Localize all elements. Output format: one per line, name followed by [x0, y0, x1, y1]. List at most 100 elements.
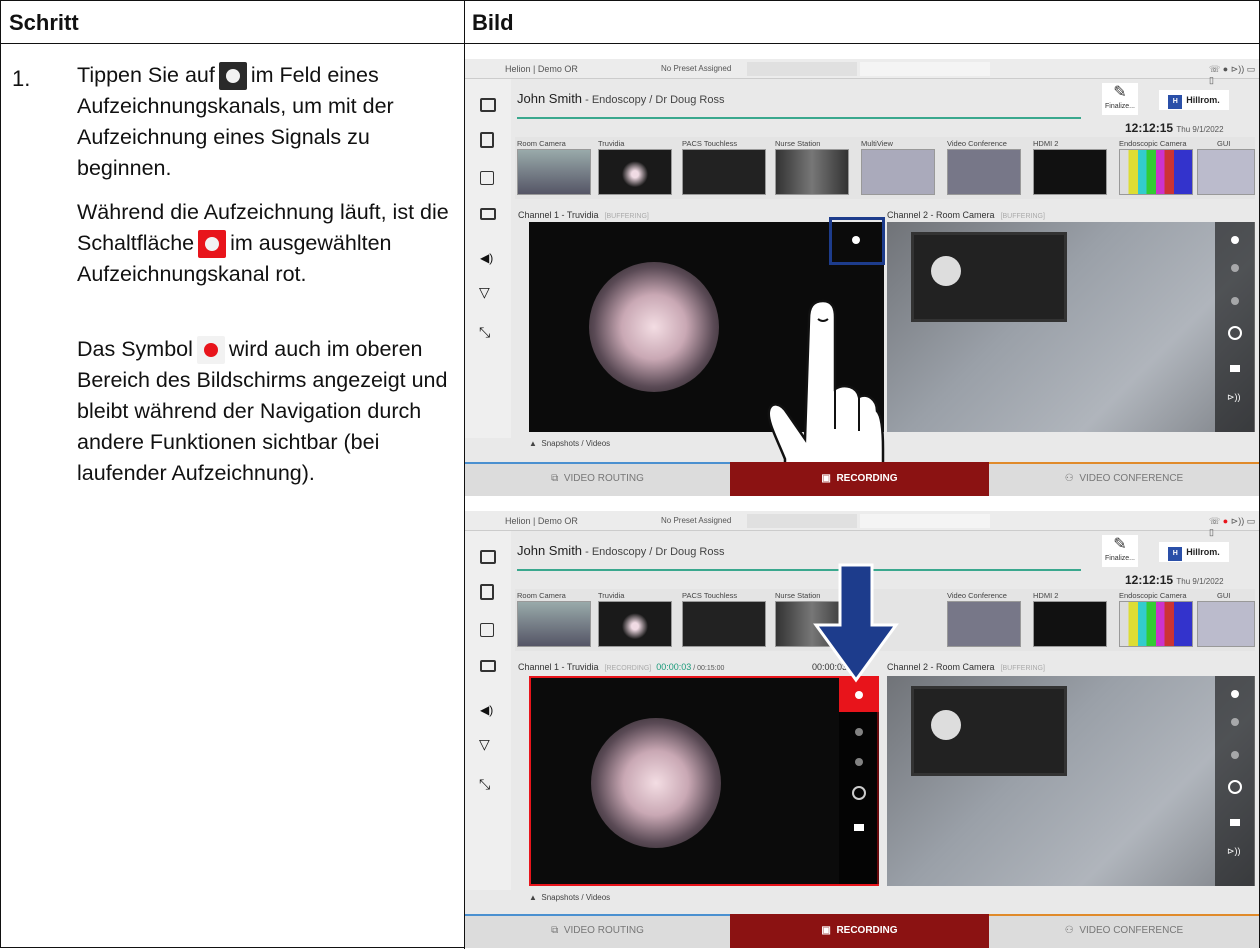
camera-control-icon[interactable]: ⤡	[479, 324, 490, 341]
channel1-label: Channel 1 - Truvidia [BUFFERING]	[518, 210, 649, 220]
left-sidebar: ◀) ▽ ⤡	[465, 531, 511, 890]
time-label: 12:12:15	[1125, 573, 1174, 587]
record-icon[interactable]	[1231, 236, 1239, 244]
timer-icon[interactable]	[1228, 326, 1242, 340]
step-text-2: Während die Aufzeichnung läuft, ist die …	[77, 197, 457, 290]
procedure-label: - Endoscopy / Dr Doug Ross	[582, 546, 725, 558]
bottom-tabs: ⧉ VIDEO ROUTING ▣ RECORDING ⚇ VIDEO CONF…	[465, 462, 1259, 496]
clock: 12:12:15 Thu 9/1/2022	[1125, 121, 1224, 135]
snapshots-toggle[interactable]: ▲ Snapshots / Videos	[529, 439, 610, 448]
record-icon[interactable]	[1231, 690, 1239, 698]
brand-name: Hillrom.	[1186, 547, 1220, 557]
brand-logo: H Hillrom.	[1159, 90, 1229, 110]
timer-icon[interactable]	[1228, 780, 1242, 794]
left-sidebar: ◀) ▽ ⤡	[465, 79, 511, 438]
replay-icon[interactable]	[855, 728, 863, 736]
audio-icon[interactable]: ◀)	[480, 251, 493, 265]
brand-mark: H	[1168, 547, 1183, 561]
patient-name: John Smith	[517, 543, 583, 558]
status-bar: Helion | Demo OR No Preset Assigned ☏ ● …	[465, 511, 1259, 537]
step-text-1: Tippen Sie auf im Feld eines Aufzeichnung…	[77, 60, 457, 184]
tab-video-conference[interactable]: ⚇ VIDEO CONFERENCE	[989, 462, 1259, 496]
channel1-controls	[839, 678, 879, 884]
channel1-video-recording[interactable]	[529, 676, 879, 886]
brand-mark: H	[1168, 95, 1183, 109]
channel2-video[interactable]	[887, 222, 1254, 432]
finalize-label: Finalize...	[1105, 555, 1135, 562]
stream-icon[interactable]: ⊳))	[1227, 392, 1241, 403]
date-label: Thu 9/1/2022	[1176, 125, 1224, 134]
bottom-tabs: ⧉ VIDEO ROUTING ▣ RECORDING ⚇ VIDEO CONF…	[465, 914, 1259, 948]
display-icon[interactable]	[480, 208, 496, 220]
teal-divider	[517, 117, 1081, 119]
finalize-button[interactable]: ✎ Finalize...	[1102, 83, 1138, 115]
table-header: Schritt Bild	[1, 1, 1260, 44]
routing-icon[interactable]	[480, 171, 494, 185]
routing-icon[interactable]	[480, 623, 494, 637]
snapshot-icon[interactable]	[1230, 365, 1240, 372]
forward-icon[interactable]	[1231, 297, 1239, 305]
light-icon[interactable]: ▽	[479, 284, 490, 301]
location-label: Helion | Demo OR	[505, 516, 578, 526]
date-label: Thu 9/1/2022	[1176, 577, 1224, 586]
step-text-1a: Tippen Sie auf	[77, 63, 215, 87]
patient-name: John Smith	[517, 91, 583, 106]
source-strip: Room Camera Truvidia PACS Touchless Nurs…	[515, 137, 1255, 199]
record-indicator-icon	[196, 336, 225, 365]
record-button-highlight[interactable]	[829, 217, 885, 265]
display-icon[interactable]	[480, 660, 496, 672]
channel2-video[interactable]	[887, 676, 1254, 886]
record-button-red-icon	[198, 230, 227, 259]
stream-icon[interactable]: ⊳))	[1227, 846, 1241, 857]
forward-icon[interactable]	[1231, 751, 1239, 759]
channel1-label: Channel 1 - Truvidia [RECORDING] 00:00:03…	[518, 662, 725, 672]
location-label: Helion | Demo OR	[505, 64, 578, 74]
snapshots-toggle[interactable]: ▲ Snapshots / Videos	[529, 893, 610, 902]
recording-elapsed: 00:00:03	[656, 662, 692, 672]
clock: 12:12:15 Thu 9/1/2022	[1125, 573, 1224, 587]
checklist-icon[interactable]	[480, 584, 494, 600]
tab-video-conference[interactable]: ⚇ VIDEO CONFERENCE	[989, 914, 1259, 948]
brand-name: Hillrom.	[1186, 95, 1220, 105]
header-image: Bild	[472, 10, 514, 35]
tab-video-routing[interactable]: ⧉ VIDEO ROUTING	[465, 914, 730, 948]
step-text-3a: Das Symbol	[77, 337, 193, 361]
timer-icon[interactable]	[852, 786, 866, 800]
replay-icon[interactable]	[1231, 718, 1239, 726]
procedure-label: - Endoscopy / Dr Doug Ross	[582, 94, 725, 106]
snapshot-icon[interactable]	[1230, 819, 1240, 826]
brand-logo: H Hillrom.	[1159, 542, 1229, 562]
patient-header: John Smith - Endoscopy / Dr Doug Ross	[517, 533, 1077, 571]
camera-control-icon[interactable]: ⤡	[479, 776, 490, 793]
channel2-controls: ⊳))	[1215, 676, 1255, 886]
patient-header: John Smith - Endoscopy / Dr Doug Ross	[517, 81, 1077, 119]
audio-icon[interactable]: ◀)	[480, 703, 493, 717]
time-label: 12:12:15	[1125, 121, 1174, 135]
channel2-controls: ⊳))	[1215, 222, 1255, 432]
tab-recording[interactable]: ▣ RECORDING	[730, 914, 989, 948]
header-step: Schritt	[9, 10, 79, 35]
replay-icon[interactable]	[1231, 264, 1239, 272]
channel2-label: Channel 2 - Room Camera [BUFFERING]	[887, 210, 1045, 220]
screenshot-after: Helion | Demo OR No Preset Assigned ☏ ● …	[465, 511, 1259, 948]
down-arrow-icon	[813, 563, 899, 683]
channel2-label: Channel 2 - Room Camera [BUFFERING]	[887, 662, 1045, 672]
teal-divider	[517, 569, 1081, 571]
patient-card-icon[interactable]	[480, 550, 496, 564]
step-number: 1.	[12, 66, 31, 91]
step-text-3: Das Symbol wird auch im oberen Bereich de…	[77, 334, 457, 489]
checklist-icon[interactable]	[480, 132, 494, 148]
preset-label: No Preset Assigned	[661, 516, 732, 525]
finalize-button[interactable]: ✎ Finalize...	[1102, 535, 1138, 567]
tab-recording[interactable]: ▣ RECORDING	[730, 462, 989, 496]
light-icon[interactable]: ▽	[479, 736, 490, 753]
patient-card-icon[interactable]	[480, 98, 496, 112]
screenshot-before: Helion | Demo OR No Preset Assigned ☏ ● …	[465, 59, 1259, 496]
forward-icon[interactable]	[855, 758, 863, 766]
preset-label: No Preset Assigned	[661, 64, 732, 73]
tab-video-routing[interactable]: ⧉ VIDEO ROUTING	[465, 462, 730, 496]
record-button-active[interactable]	[839, 678, 879, 712]
finalize-label: Finalize...	[1105, 103, 1135, 110]
snapshot-icon[interactable]	[854, 824, 864, 831]
status-bar: Helion | Demo OR No Preset Assigned ☏ ● …	[465, 59, 1259, 85]
